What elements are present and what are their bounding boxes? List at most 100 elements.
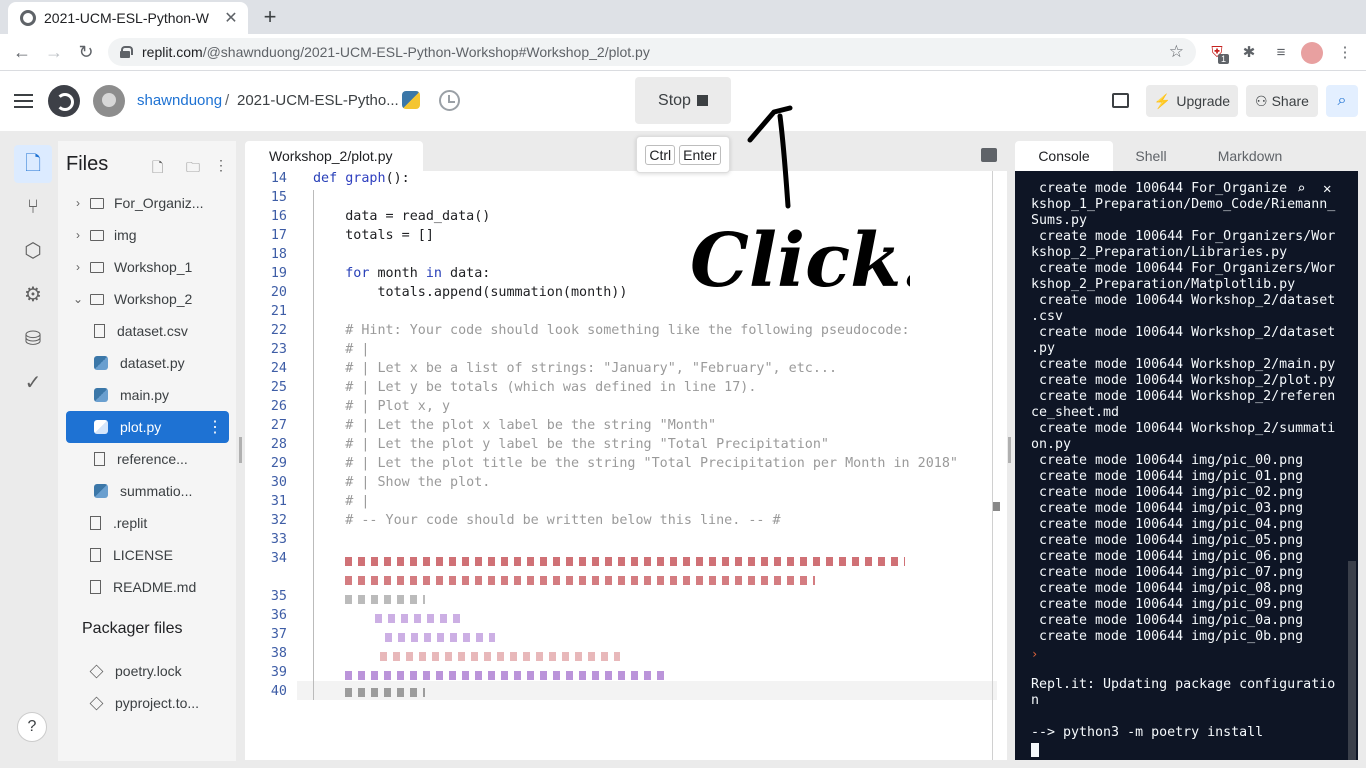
close-tab-icon[interactable]: ✕ xyxy=(222,8,240,28)
packager-file-label: pyproject.to... xyxy=(115,695,200,711)
replit-logo-icon[interactable] xyxy=(48,85,80,117)
browser-tabstrip: 2021-UCM-ESL-Python-W ✕ + xyxy=(0,0,1366,34)
bolt-icon: ⚡ xyxy=(1153,92,1172,109)
console-line: create mode 100644 Workshop_2/referen xyxy=(1031,389,1336,404)
browser-tab[interactable]: 2021-UCM-ESL-Python-W ✕ xyxy=(8,2,248,34)
file-tree-item[interactable]: dataset.py xyxy=(66,347,229,379)
editor-scroll-indicator[interactable] xyxy=(993,502,1000,511)
url-host: replit.com xyxy=(142,44,203,60)
files-menu-icon[interactable]: ⋮ xyxy=(214,157,228,174)
history-icon[interactable] xyxy=(439,90,460,111)
upgrade-button[interactable]: ⚡ Upgrade xyxy=(1146,85,1238,117)
file-tree-item[interactable]: main.py xyxy=(66,379,229,411)
code-text: # | Plot x, y xyxy=(313,399,451,414)
code-text: # | Let x be a list of strings: "January… xyxy=(313,361,838,376)
package-box-icon xyxy=(89,696,104,710)
file-tree-item[interactable]: plot.py ⋮ xyxy=(66,411,229,443)
breadcrumb-repl-name[interactable]: 2021-UCM-ESL-Pytho... xyxy=(237,92,399,109)
tab-shell[interactable]: Shell xyxy=(1113,141,1189,171)
breadcrumb-separator: / xyxy=(225,92,230,109)
browser-menu-icon[interactable]: ⋮ xyxy=(1334,42,1356,64)
search-icon[interactable]: ⌕ xyxy=(1326,85,1358,117)
line-number: 14 xyxy=(270,171,287,186)
file-tree-label: main.py xyxy=(120,387,170,403)
line-number: 20 xyxy=(270,285,287,300)
code-text: # -- Your code should be written below t… xyxy=(313,513,781,528)
files-resize-handle[interactable] xyxy=(239,437,242,463)
new-file-icon[interactable]: 🗋 xyxy=(152,157,163,181)
file-icon xyxy=(94,324,105,338)
tab-markdown[interactable]: Markdown xyxy=(1195,141,1305,171)
line-number: 40 xyxy=(270,684,287,699)
code-line: 23 # | xyxy=(245,340,995,359)
chevron-right-icon[interactable]: › xyxy=(70,196,86,210)
profile-avatar[interactable] xyxy=(1301,42,1323,64)
console-status-line: Repl.it: Updating package configuratio xyxy=(1031,677,1336,692)
file-tree-item[interactable]: summatio... xyxy=(66,475,229,507)
address-bar[interactable]: replit.com /@shawnduong/2021-UCM-ESL-Pyt… xyxy=(108,38,1196,66)
console-scrollbar[interactable] xyxy=(1348,561,1356,760)
console-line: create mode 100644 For_Organizers/Wor xyxy=(1031,229,1336,244)
console-line: create mode 100644 Workshop_2/main.py xyxy=(1031,357,1336,372)
share-button[interactable]: ⚇ Share xyxy=(1246,85,1318,117)
tab-console[interactable]: Console xyxy=(1015,141,1113,171)
chevron-right-icon[interactable]: › xyxy=(70,260,86,274)
extensions-puzzle-icon[interactable]: ✱ xyxy=(1238,42,1260,64)
database-icon[interactable]: ⛁ xyxy=(14,320,52,358)
redacted-code-block xyxy=(385,633,495,642)
chat-icon[interactable] xyxy=(1112,93,1129,108)
version-control-icon[interactable]: ⑂ xyxy=(14,188,52,226)
line-number: 29 xyxy=(270,456,287,471)
packager-file-item[interactable]: poetry.lock xyxy=(66,655,229,687)
new-tab-icon[interactable]: + xyxy=(258,5,282,29)
console-line: create mode 100644 img/pic_09.png xyxy=(1031,597,1304,612)
console-search-icon[interactable]: ⌕ xyxy=(1297,181,1305,197)
new-folder-icon[interactable]: 🗀 xyxy=(186,157,200,181)
code-text: totals = [] xyxy=(313,228,434,243)
forward-icon[interactable]: → xyxy=(42,40,66,64)
file-menu-icon[interactable]: ⋮ xyxy=(207,417,223,437)
console-clear-icon[interactable]: ✕ xyxy=(1323,181,1331,197)
unit-tests-check-icon[interactable]: ✓ xyxy=(14,364,52,402)
console-output[interactable]: create mode 100644 For_Organize kshop_1_P… xyxy=(1015,171,1358,760)
chevron-down-icon[interactable]: ⌄ xyxy=(70,292,86,306)
media-queue-icon[interactable]: ≡ xyxy=(1270,42,1292,64)
file-tree-item[interactable]: dataset.csv xyxy=(66,315,229,347)
line-number: 23 xyxy=(270,342,287,357)
file-icon xyxy=(94,452,105,466)
editor-options-icon[interactable] xyxy=(981,148,997,162)
file-tree-item[interactable]: README.md xyxy=(66,571,229,603)
ctrl-key: Ctrl xyxy=(645,144,676,165)
packages-cube-icon[interactable]: ⬡ xyxy=(14,232,52,270)
file-tree-item[interactable]: › Workshop_1 xyxy=(66,251,229,283)
file-tree-item[interactable]: .replit xyxy=(66,507,229,539)
files-icon[interactable]: 🗋 xyxy=(14,145,52,183)
reload-icon[interactable]: ↻ xyxy=(74,40,98,64)
console-resize-handle[interactable] xyxy=(1008,437,1011,463)
hamburger-menu-icon[interactable] xyxy=(14,94,33,108)
redacted-code-block xyxy=(380,652,620,661)
file-tree-item[interactable]: › For_Organiz... xyxy=(66,187,229,219)
editor-tab[interactable]: Workshop_2/plot.py xyxy=(245,141,423,171)
packager-file-item[interactable]: pyproject.to... xyxy=(66,687,229,719)
redacted-code-block xyxy=(345,557,905,566)
code-line: 24 # | Let x be a list of strings: "Janu… xyxy=(245,359,995,378)
file-tree-label: README.md xyxy=(113,579,197,595)
file-tree-item[interactable]: reference... xyxy=(66,443,229,475)
chevron-right-icon[interactable]: › xyxy=(70,228,86,242)
console-line: .csv xyxy=(1031,309,1064,324)
line-number: 38 xyxy=(270,646,287,661)
python-file-icon xyxy=(94,356,108,370)
files-pane: Files 🗋 🗀 ⋮ › For_Organiz... › img › Workshop… xyxy=(58,141,236,761)
help-button[interactable]: ? xyxy=(17,712,47,742)
breadcrumb-user[interactable]: shawnduong xyxy=(137,92,222,109)
line-number: 16 xyxy=(270,209,287,224)
user-avatar[interactable] xyxy=(93,85,125,117)
settings-gear-icon[interactable]: ⚙ xyxy=(14,276,52,314)
file-tree-item[interactable]: LICENSE xyxy=(66,539,229,571)
bookmark-star-icon[interactable]: ☆ xyxy=(1169,42,1184,62)
back-icon[interactable]: ← xyxy=(10,40,34,64)
indent-guide xyxy=(313,190,314,700)
file-tree-item[interactable]: ⌄ Workshop_2 xyxy=(66,283,229,315)
file-tree-item[interactable]: › img xyxy=(66,219,229,251)
